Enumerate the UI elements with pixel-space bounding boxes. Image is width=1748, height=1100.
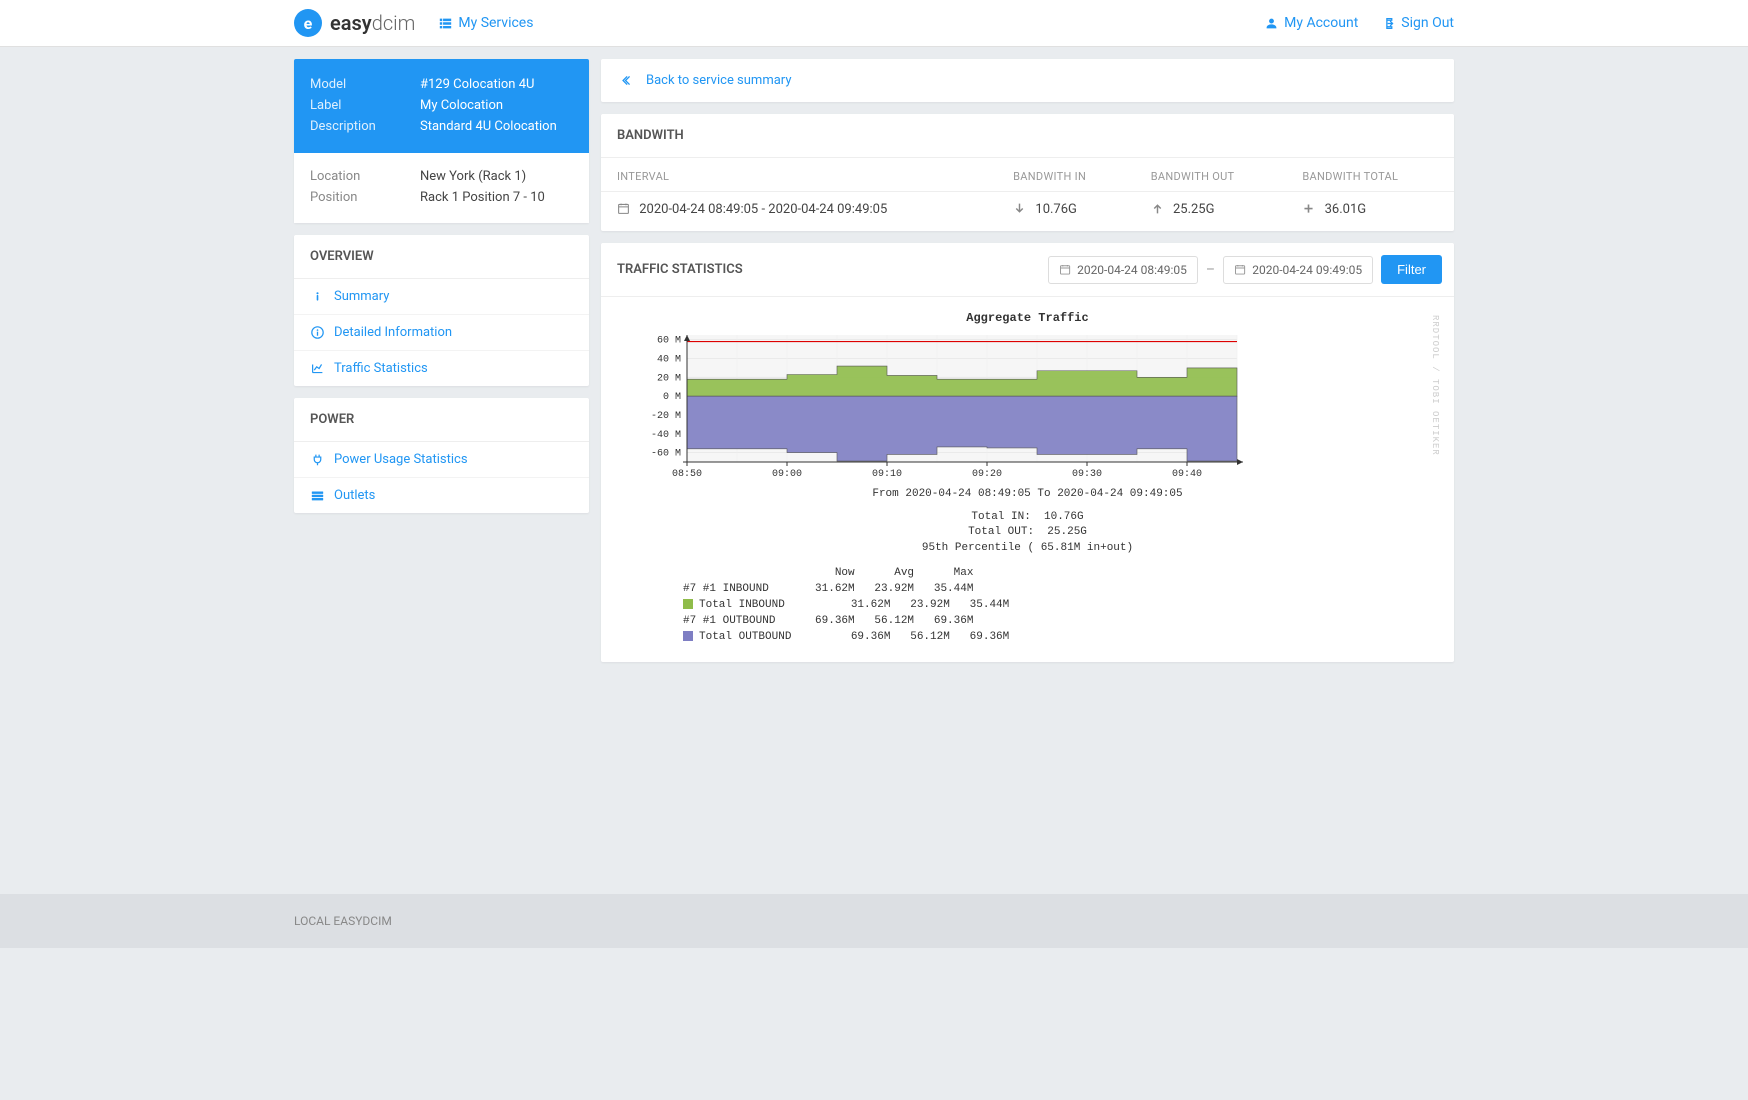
bandwidth-panel: BANDWITH INTERVAL BANDWITH IN BANDWITH O… bbox=[601, 114, 1454, 231]
svg-text:-20 M: -20 M bbox=[651, 411, 681, 422]
sign-out-icon bbox=[1382, 17, 1395, 30]
arrow-down-icon bbox=[1013, 202, 1026, 215]
svg-text:09:30: 09:30 bbox=[1072, 469, 1102, 480]
my-services-label: My Services bbox=[458, 15, 533, 31]
sidebar-item-traffic[interactable]: Traffic Statistics bbox=[294, 351, 589, 386]
chart-icon bbox=[310, 362, 324, 375]
logo-icon: e bbox=[294, 9, 322, 37]
svg-text:20 M: 20 M bbox=[657, 373, 681, 384]
col-in: BANDWITH IN bbox=[997, 158, 1135, 192]
calendar-icon bbox=[1234, 263, 1246, 276]
traffic-chart: -60 M -40 M -20 M 0 M 20 M 40 M 60 M 08:50 09:00… bbox=[617, 329, 1257, 484]
user-icon bbox=[1265, 17, 1278, 30]
desc-value: Standard 4U Colocation bbox=[420, 117, 557, 138]
svg-text:09:20: 09:20 bbox=[972, 469, 1002, 480]
info-icon bbox=[310, 290, 324, 303]
svg-text:0 M: 0 M bbox=[663, 392, 681, 403]
sign-out-label: Sign Out bbox=[1401, 15, 1454, 31]
label-label: Label bbox=[310, 96, 420, 117]
traffic-panel: TRAFFIC STATISTICS 2020-04-24 08:49:05 –… bbox=[601, 243, 1454, 662]
my-account-link[interactable]: My Account bbox=[1265, 15, 1358, 31]
chevron-left-icon bbox=[619, 74, 632, 87]
my-account-label: My Account bbox=[1284, 15, 1358, 31]
svg-text:40 M: 40 M bbox=[657, 355, 681, 366]
outlets-label: Outlets bbox=[334, 488, 375, 503]
overview-panel: OVERVIEW Summary Detailed Information Tr… bbox=[294, 235, 589, 386]
model-label: Model bbox=[310, 75, 420, 96]
col-total: BANDWITH TOTAL bbox=[1286, 158, 1454, 192]
location-label: Location bbox=[310, 167, 420, 188]
svg-text:08:50: 08:50 bbox=[672, 469, 702, 480]
svg-text:-60 M: -60 M bbox=[651, 449, 681, 460]
interval-value: 2020-04-24 08:49:05 - 2020-04-24 09:49:0… bbox=[639, 202, 887, 217]
back-bar: Back to service summary bbox=[601, 59, 1454, 102]
brand-light: dcim bbox=[372, 11, 416, 35]
position-value: Rack 1 Position 7 - 10 bbox=[420, 188, 545, 209]
summary-label: Summary bbox=[334, 289, 389, 304]
detailed-label: Detailed Information bbox=[334, 325, 452, 340]
svg-text:09:10: 09:10 bbox=[872, 469, 902, 480]
chart-watermark: RRDTOOL / TOBI OETIKER bbox=[1430, 315, 1440, 456]
total-value: 36.01G bbox=[1325, 202, 1367, 217]
chart-stats: Total IN: 10.76G Total OUT: 25.25G 95th … bbox=[617, 510, 1438, 556]
svg-text:60 M: 60 M bbox=[657, 336, 681, 347]
overview-title: OVERVIEW bbox=[294, 235, 589, 279]
sidebar-item-outlets[interactable]: Outlets bbox=[294, 478, 589, 513]
brand-bold: easy bbox=[330, 11, 372, 35]
plus-icon bbox=[1302, 202, 1315, 215]
location-value: New York (Rack 1) bbox=[420, 167, 526, 188]
date-from-value: 2020-04-24 08:49:05 bbox=[1077, 263, 1187, 277]
my-services-link[interactable]: My Services bbox=[439, 15, 533, 31]
sign-out-link[interactable]: Sign Out bbox=[1382, 15, 1454, 31]
info-circle-icon bbox=[310, 326, 324, 339]
label-value: My Colocation bbox=[420, 96, 503, 117]
date-from-input[interactable]: 2020-04-24 08:49:05 bbox=[1048, 256, 1198, 284]
calendar-icon bbox=[1059, 263, 1071, 276]
col-out: BANDWITH OUT bbox=[1135, 158, 1287, 192]
power-panel: POWER Power Usage Statistics Outlets bbox=[294, 398, 589, 513]
filter-button[interactable]: Filter bbox=[1381, 255, 1442, 284]
arrow-up-icon bbox=[1151, 202, 1164, 215]
topbar: e easydcim My Services My Account Sign O… bbox=[0, 0, 1748, 47]
footer-text: LOCAL EASYDCIM bbox=[294, 914, 1454, 928]
traffic-label: Traffic Statistics bbox=[334, 361, 428, 376]
back-link[interactable]: Back to service summary bbox=[619, 73, 1436, 88]
power-usage-label: Power Usage Statistics bbox=[334, 452, 468, 467]
chart-caption: From 2020-04-24 08:49:05 To 2020-04-24 0… bbox=[617, 488, 1438, 500]
calendar-icon bbox=[617, 202, 630, 215]
traffic-title: TRAFFIC STATISTICS bbox=[617, 262, 743, 277]
sidebar-item-power-usage[interactable]: Power Usage Statistics bbox=[294, 442, 589, 478]
service-info-panel: Model#129 Colocation 4U LabelMy Colocati… bbox=[294, 59, 589, 223]
table-row: 2020-04-24 08:49:05 - 2020-04-24 09:49:0… bbox=[601, 192, 1454, 232]
power-title: POWER bbox=[294, 398, 589, 442]
col-interval: INTERVAL bbox=[601, 158, 997, 192]
list-icon bbox=[439, 17, 452, 30]
logo[interactable]: e easydcim bbox=[294, 9, 415, 37]
in-value: 10.76G bbox=[1035, 202, 1077, 217]
date-to-input[interactable]: 2020-04-24 09:49:05 bbox=[1223, 256, 1373, 284]
chart-legend: Now Avg Max #7 #1 INBOUND 31.62M 23.92M … bbox=[617, 566, 1438, 646]
svg-text:09:40: 09:40 bbox=[1172, 469, 1202, 480]
model-value: #129 Colocation 4U bbox=[420, 75, 534, 96]
bandwidth-table: INTERVAL BANDWITH IN BANDWITH OUT BANDWI… bbox=[601, 158, 1454, 231]
sidebar-item-detailed[interactable]: Detailed Information bbox=[294, 315, 589, 351]
plug-icon bbox=[310, 453, 324, 466]
footer: LOCAL EASYDCIM bbox=[0, 894, 1748, 948]
chart-title: Aggregate Traffic bbox=[617, 307, 1438, 329]
date-to-value: 2020-04-24 09:49:05 bbox=[1252, 263, 1362, 277]
out-value: 25.25G bbox=[1173, 202, 1215, 217]
bandwidth-title: BANDWITH bbox=[601, 114, 1454, 158]
svg-text:09:00: 09:00 bbox=[772, 469, 802, 480]
sidebar-item-summary[interactable]: Summary bbox=[294, 279, 589, 315]
desc-label: Description bbox=[310, 117, 420, 138]
back-link-label: Back to service summary bbox=[646, 73, 791, 88]
outlets-icon bbox=[310, 489, 324, 502]
svg-text:-40 M: -40 M bbox=[651, 430, 681, 441]
date-separator: – bbox=[1206, 262, 1215, 278]
position-label: Position bbox=[310, 188, 420, 209]
